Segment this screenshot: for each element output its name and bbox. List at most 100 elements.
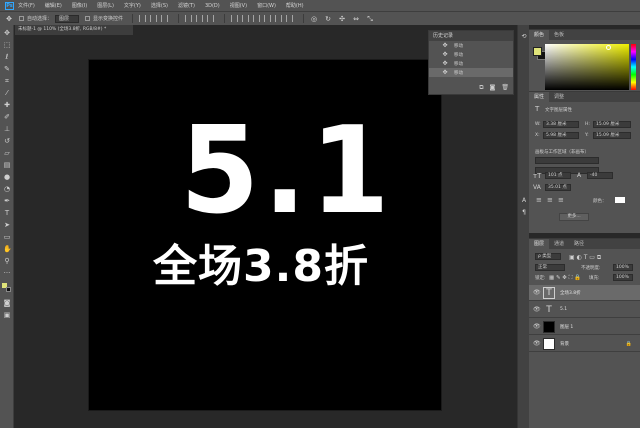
menu-select[interactable]: 选择(S) xyxy=(151,2,168,9)
visibility-eye-icon[interactable]: 👁 xyxy=(533,306,541,313)
path-select-tool-icon[interactable]: ➤ xyxy=(3,221,11,229)
dodge-tool-icon[interactable]: ◔ xyxy=(3,185,11,193)
history-panel-icon[interactable]: ⟲ xyxy=(520,33,528,41)
blur-tool-icon[interactable]: ● xyxy=(3,173,11,181)
filter-icons[interactable]: ▣ ◐ T ▭ ⧉ xyxy=(569,254,601,262)
history-item[interactable]: ✥ 移动 xyxy=(429,59,513,68)
3d-scale-icon[interactable]: ⤡ xyxy=(366,15,374,23)
lock-options-icons[interactable]: ▦ ✎ ✥ ⛶ 🔒 xyxy=(549,275,581,282)
eyedropper-tool-icon[interactable]: ⁄ xyxy=(3,89,11,97)
layer-name[interactable]: 图层 1 xyxy=(560,324,573,330)
blend-mode-dropdown[interactable]: 正常 xyxy=(535,264,565,271)
distribute-right-icon[interactable] xyxy=(286,15,294,22)
y-field[interactable]: 15.09 厘米 xyxy=(593,132,631,139)
tab-adjustments[interactable]: 调整 xyxy=(549,92,569,102)
visibility-eye-icon[interactable]: 👁 xyxy=(533,323,541,330)
history-panel-title[interactable]: 历史记录 xyxy=(429,31,513,41)
history-item-current[interactable]: ✥ 移动 xyxy=(429,68,513,77)
clone-stamp-tool-icon[interactable]: ⊥ xyxy=(3,125,11,133)
new-document-from-state-icon[interactable]: ⧉ xyxy=(479,84,483,92)
hand-tool-icon[interactable]: ✋ xyxy=(3,245,12,253)
history-brush-tool-icon[interactable]: ↺ xyxy=(3,137,11,145)
hue-slider[interactable] xyxy=(631,44,636,90)
headline-text-layer[interactable]: 5.1 xyxy=(180,112,393,232)
foreground-color-swatch[interactable] xyxy=(533,47,542,56)
layer-row[interactable]: 👁 T 全场3.8折 xyxy=(529,285,640,301)
background-color-swatch[interactable] xyxy=(6,287,11,292)
eraser-tool-icon[interactable]: ▱ xyxy=(3,149,11,157)
show-transform-checkbox[interactable] xyxy=(85,16,91,21)
type-tool-icon[interactable]: T xyxy=(3,209,11,217)
crop-tool-icon[interactable]: ⌗ xyxy=(3,77,11,85)
quick-select-tool-icon[interactable]: ✎ xyxy=(3,65,11,73)
tab-properties[interactable]: 属性 xyxy=(529,92,550,102)
rectangle-tool-icon[interactable]: ▭ xyxy=(3,233,11,241)
align-middle-icon[interactable] xyxy=(196,15,204,22)
subline-text-layer[interactable]: 全场3.8折 xyxy=(153,245,369,289)
font-family-dropdown[interactable] xyxy=(535,157,599,164)
x-field[interactable]: 5.98 厘米 xyxy=(543,132,579,139)
distribute-top-icon[interactable] xyxy=(231,15,239,22)
move-tool-icon[interactable]: ✥ xyxy=(3,29,11,37)
more-tools-icon[interactable]: ··· xyxy=(3,269,11,277)
distribute-left-icon[interactable] xyxy=(264,15,272,22)
tab-swatches[interactable]: 色板 xyxy=(549,30,569,40)
menu-type[interactable]: 文字(Y) xyxy=(124,2,141,9)
healing-brush-tool-icon[interactable]: ✚ xyxy=(3,101,11,109)
opacity-field[interactable]: 100% xyxy=(613,264,633,271)
lasso-tool-icon[interactable]: ℓ xyxy=(3,53,11,61)
auto-select-dropdown[interactable]: 图层 xyxy=(55,14,80,23)
align-left-icon[interactable] xyxy=(139,15,147,22)
snapshot-camera-icon[interactable]: ◙ xyxy=(490,84,496,92)
menu-edit[interactable]: 编辑(E) xyxy=(45,2,62,9)
tab-color[interactable]: 颜色 xyxy=(529,30,550,40)
visibility-eye-icon[interactable]: 👁 xyxy=(533,289,541,296)
align-right-text-icon[interactable]: ≡ xyxy=(558,196,564,204)
layer-row[interactable]: 👁 背景 🔒 xyxy=(529,336,640,352)
align-bottom-icon[interactable] xyxy=(207,15,215,22)
quick-mask-icon[interactable]: ◙ xyxy=(3,299,11,307)
brush-tool-icon[interactable]: ✐ xyxy=(3,113,11,121)
gradient-tool-icon[interactable]: ▤ xyxy=(3,161,11,169)
auto-select-checkbox[interactable] xyxy=(19,16,24,21)
visibility-eye-icon[interactable]: 👁 xyxy=(533,340,541,347)
more-options-button[interactable]: 更多... xyxy=(559,213,589,221)
pen-tool-icon[interactable]: ✒ xyxy=(3,197,11,205)
document-tab[interactable]: 未标题-1 @ 110% (全场3.8折, RGB/8#) * xyxy=(15,25,133,35)
3d-slide-icon[interactable]: ⇔ xyxy=(352,15,360,23)
color-picker-marker[interactable] xyxy=(606,45,611,50)
menu-window[interactable]: 窗口(W) xyxy=(257,2,276,9)
menu-help[interactable]: 帮助(H) xyxy=(286,2,304,9)
leading-field[interactable]: -40 xyxy=(587,172,613,179)
height-field[interactable]: 15.09 厘米 xyxy=(593,121,631,128)
align-right-icon[interactable] xyxy=(161,15,169,22)
menu-layer[interactable]: 图层(L) xyxy=(97,2,114,9)
layer-name[interactable]: 5.1 xyxy=(560,307,567,312)
trash-icon[interactable]: 🗑 xyxy=(501,84,509,92)
align-center-icon[interactable] xyxy=(150,15,158,22)
layer-row[interactable]: 👁 T 5.1 xyxy=(529,302,640,318)
tab-paths[interactable]: 路径 xyxy=(569,239,589,249)
menu-image[interactable]: 图像(I) xyxy=(72,2,87,9)
3d-mode-icon[interactable]: ◎ xyxy=(310,15,318,23)
history-item[interactable]: ✥ 移动 xyxy=(429,50,513,59)
tab-channels[interactable]: 通道 xyxy=(549,239,569,249)
distribute-bottom-icon[interactable] xyxy=(253,15,261,22)
tab-layers[interactable]: 图层 xyxy=(529,239,550,249)
distribute-center-icon[interactable] xyxy=(275,15,283,22)
layer-name[interactable]: 背景 xyxy=(560,341,569,347)
layer-filter-dropdown[interactable]: ρ 类型 xyxy=(535,253,561,260)
align-center-text-icon[interactable]: ≡ xyxy=(547,196,553,204)
menu-filter[interactable]: 滤镜(T) xyxy=(178,2,195,9)
font-size-field[interactable]: 101 点 xyxy=(545,172,571,179)
menu-file[interactable]: 文件(F) xyxy=(18,2,35,9)
layer-name[interactable]: 全场3.8折 xyxy=(560,290,581,296)
tracking-field[interactable]: 35.01 点 xyxy=(545,184,571,191)
move-tool-icon[interactable]: ✥ xyxy=(5,15,13,23)
3d-drag-icon[interactable]: ✣ xyxy=(338,15,346,23)
color-picker-field[interactable] xyxy=(545,44,629,90)
marquee-tool-icon[interactable]: ⬚ xyxy=(3,41,11,49)
zoom-tool-icon[interactable]: ⚲ xyxy=(3,257,11,265)
width-field[interactable]: 3.38 厘米 xyxy=(543,121,579,128)
distribute-middle-icon[interactable] xyxy=(242,15,250,22)
